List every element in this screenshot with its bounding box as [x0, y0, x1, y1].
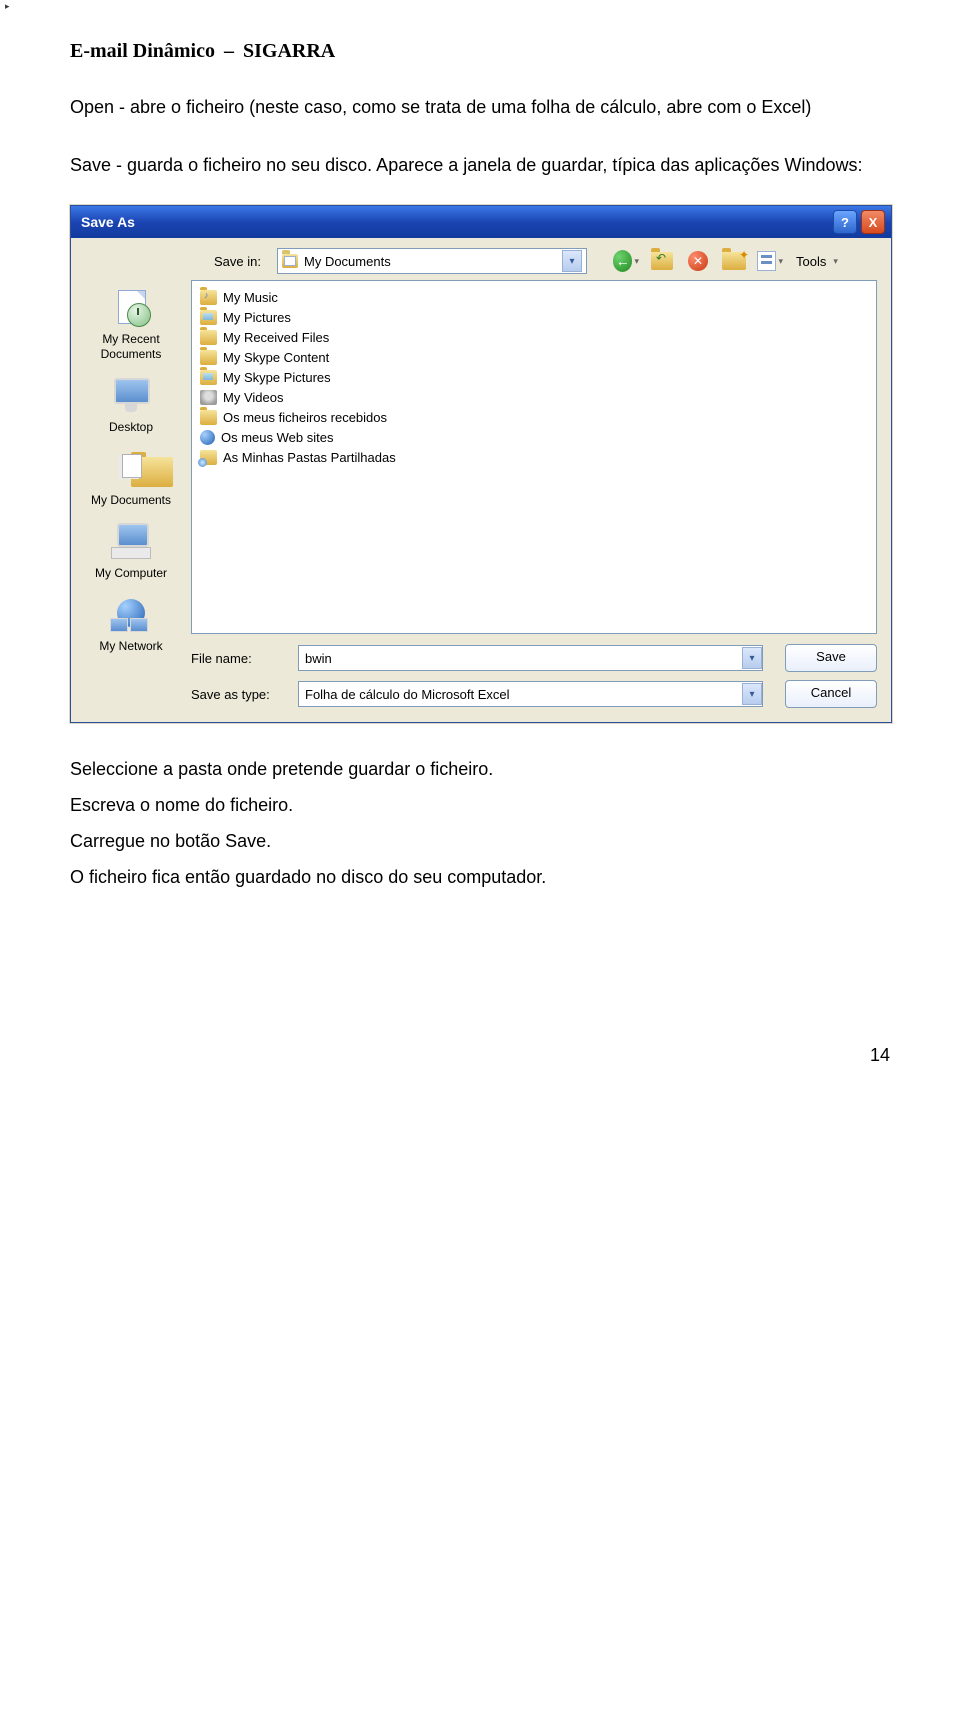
chevron-down-icon: ▾: [833, 256, 838, 267]
filename-label: File name:: [191, 651, 286, 666]
music-folder-icon: [200, 290, 217, 305]
dialog-sidebar: My Recent Documents Desktop My Documents…: [71, 280, 191, 722]
cancel-button[interactable]: Cancel: [785, 680, 877, 708]
views-icon: [757, 251, 776, 271]
sidebar-item-label: My Network: [99, 639, 162, 654]
list-item[interactable]: My Music: [200, 287, 868, 307]
sidebar-item-mynetwork[interactable]: My Network: [85, 591, 177, 654]
sidebar-item-mycomputer[interactable]: My Computer: [85, 518, 177, 581]
save-in-dropdown[interactable]: My Documents ▾: [277, 248, 587, 274]
folder-icon: [200, 330, 217, 345]
shared-folder-icon: [200, 450, 217, 465]
list-item-label: Os meus Web sites: [221, 430, 333, 445]
save-as-dialog: Save As ? X Save in: My Documents ▾ ←▾: [70, 205, 892, 723]
help-button[interactable]: ?: [833, 210, 857, 234]
list-item-label: My Pictures: [223, 310, 291, 325]
folder-icon: [200, 410, 217, 425]
folder-icon: [200, 350, 217, 365]
chevron-down-icon[interactable]: ▾: [742, 683, 762, 705]
sidebar-item-label: Desktop: [109, 420, 153, 435]
intro-paragraph-1: Open - abre o ficheiro (neste caso, como…: [70, 89, 890, 125]
instruction-4: O ficheiro fica então guardado no disco …: [70, 859, 890, 895]
header-title: E-mail Dinâmico: [70, 40, 215, 62]
filename-input[interactable]: bwin ▾: [298, 645, 763, 671]
sidebar-item-label: My Documents: [91, 493, 171, 508]
nav-tools-button[interactable]: Tools ▾: [793, 249, 841, 273]
chevron-down-icon: ▾: [634, 256, 639, 267]
dialog-title: Save As: [81, 214, 833, 230]
recent-documents-icon: [111, 287, 151, 327]
folder-icon: [282, 254, 298, 268]
chevron-down-icon: ▾: [778, 256, 783, 267]
instruction-2: Escreva o nome do ficheiro.: [70, 787, 890, 823]
instruction-1: Seleccione a pasta onde pretende guardar…: [70, 751, 890, 787]
list-item-label: My Skype Pictures: [223, 370, 331, 385]
dialog-titlebar[interactable]: Save As ? X: [71, 206, 891, 238]
list-item-label: My Videos: [223, 390, 283, 405]
back-arrow-icon: ←: [613, 250, 632, 272]
list-item[interactable]: As Minhas Pastas Partilhadas: [200, 447, 868, 467]
nav-delete-button[interactable]: ✕: [685, 249, 711, 273]
list-item-label: My Received Files: [223, 330, 329, 345]
sidebar-item-mydocuments[interactable]: My Documents: [85, 445, 177, 508]
my-computer-icon: [110, 523, 152, 559]
list-item-label: My Music: [223, 290, 278, 305]
new-folder-icon: [722, 252, 746, 270]
savetype-dropdown[interactable]: Folha de cálculo do Microsoft Excel ▾: [298, 681, 763, 707]
sidebar-item-recent[interactable]: My Recent Documents: [85, 284, 177, 362]
savetype-value: Folha de cálculo do Microsoft Excel: [305, 687, 742, 702]
nav-new-folder-button[interactable]: [721, 249, 747, 273]
close-button[interactable]: X: [861, 210, 885, 234]
dialog-toolbar: Save in: My Documents ▾ ←▾ ✕: [71, 238, 891, 280]
pictures-folder-icon: [200, 310, 217, 325]
video-folder-icon: [200, 390, 217, 405]
up-one-level-icon: [651, 252, 673, 270]
desktop-icon: [111, 378, 151, 412]
nav-back-button[interactable]: ←▾: [613, 249, 639, 273]
save-in-value: My Documents: [304, 254, 556, 269]
chevron-down-icon[interactable]: ▾: [562, 250, 582, 272]
instruction-3: Carregue no botão Save.: [70, 823, 890, 859]
list-item[interactable]: Os meus Web sites: [200, 427, 868, 447]
list-item-label: As Minhas Pastas Partilhadas: [223, 450, 396, 465]
list-item[interactable]: Os meus ficheiros recebidos: [200, 407, 868, 427]
list-item[interactable]: My Skype Content: [200, 347, 868, 367]
my-network-icon: [110, 596, 152, 632]
page-number: 14: [70, 1045, 890, 1066]
savetype-label: Save as type:: [191, 687, 286, 702]
sidebar-item-label: My Computer: [95, 566, 167, 581]
header-separator: –: [224, 40, 234, 62]
list-item[interactable]: My Videos: [200, 387, 868, 407]
intro-paragraph-2: Save - guarda o ficheiro no seu disco. A…: [70, 147, 890, 183]
list-item[interactable]: My Pictures: [200, 307, 868, 327]
web-icon: [200, 430, 215, 445]
save-in-label: Save in:: [191, 254, 261, 269]
filename-value: bwin: [305, 651, 742, 666]
file-list[interactable]: My Music My Pictures My Received Files M…: [191, 280, 877, 634]
nav-up-button[interactable]: [649, 249, 675, 273]
sidebar-item-label: My Recent Documents: [85, 332, 177, 362]
tools-label: Tools: [796, 254, 826, 269]
chevron-down-icon[interactable]: ▾: [742, 647, 762, 669]
sidebar-item-desktop[interactable]: Desktop: [85, 372, 177, 435]
nav-views-button[interactable]: ▾: [757, 249, 783, 273]
pictures-folder-icon: [200, 370, 217, 385]
save-button[interactable]: Save: [785, 644, 877, 672]
page-header: E-mail Dinâmico – SIGARRA: [70, 40, 890, 63]
header-system: SIGARRA: [243, 40, 335, 62]
delete-icon: ✕: [688, 251, 708, 271]
list-item-label: My Skype Content: [223, 350, 329, 365]
my-documents-icon: [110, 449, 152, 487]
list-item[interactable]: My Skype Pictures: [200, 367, 868, 387]
list-item-label: Os meus ficheiros recebidos: [223, 410, 387, 425]
list-item[interactable]: My Received Files: [200, 327, 868, 347]
